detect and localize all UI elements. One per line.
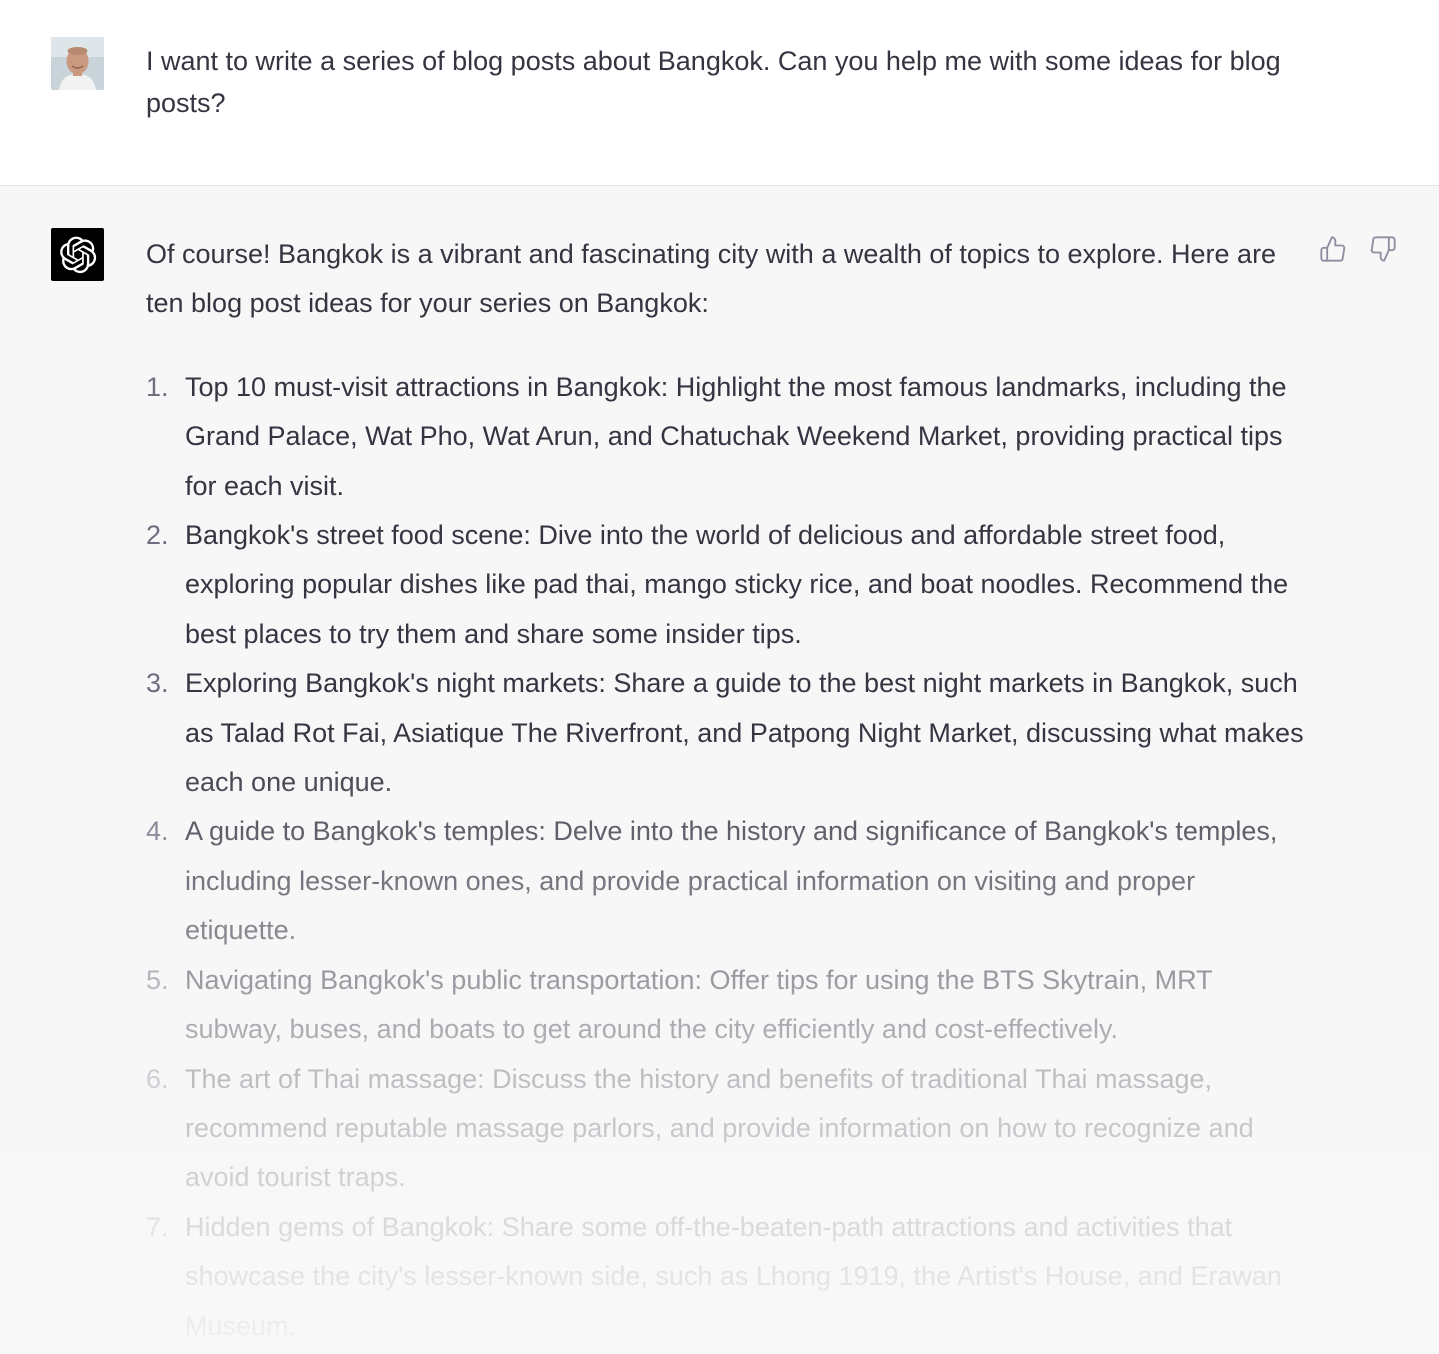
thumbs-up-icon — [1320, 236, 1346, 262]
user-avatar-image — [51, 37, 104, 90]
list-item-text: The art of Thai massage: Discuss the his… — [185, 1063, 1254, 1193]
list-item: 5. Navigating Bangkok's public transporta… — [146, 956, 1306, 1055]
list-item: 4. A guide to Bangkok's temples: Delve in… — [146, 807, 1306, 955]
assistant-message-body: Of course! Bangkok is a vibrant and fasc… — [146, 230, 1306, 1351]
list-item-number: 1. — [146, 371, 169, 402]
list-item-number: 5. — [146, 964, 169, 995]
assistant-intro-text: Of course! Bangkok is a vibrant and fasc… — [146, 239, 1277, 319]
list-item: 7. Hidden gems of Bangkok: Share some off… — [146, 1203, 1306, 1351]
thumbs-down-button[interactable] — [1368, 234, 1398, 264]
list-item-number: 6. — [146, 1063, 169, 1094]
thumbs-down-icon — [1370, 236, 1396, 262]
openai-logo-icon — [51, 228, 104, 281]
list-item-text: Bangkok's street food scene: Dive into t… — [185, 520, 1289, 649]
list-item-text: Navigating Bangkok's public transportati… — [185, 964, 1213, 1045]
list-item-number: 2. — [146, 520, 169, 551]
list-item-text: A guide to Bangkok's temples: Delve into… — [185, 816, 1278, 946]
user-message-text: I want to write a series of blog posts a… — [146, 46, 1281, 118]
assistant-message-row: Of course! Bangkok is a vibrant and fasc… — [0, 186, 1439, 1354]
list-item-number: 7. — [146, 1211, 169, 1242]
list-item-number: 4. — [146, 816, 169, 847]
list-item: 1. Top 10 must-visit attractions in Bangk… — [146, 363, 1306, 511]
list-item: 3. Exploring Bangkok's night markets: Sha… — [146, 659, 1306, 807]
list-item-text: Exploring Bangkok's night markets: Share… — [185, 668, 1304, 798]
list-item-text: Hidden gems of Bangkok: Share some off-t… — [185, 1211, 1282, 1341]
list-item: 2. Bangkok's street food scene: Dive into… — [146, 511, 1306, 659]
list-item-number: 3. — [146, 668, 169, 699]
user-message-row: I want to write a series of blog posts a… — [0, 0, 1439, 186]
list-item: 6. The art of Thai massage: Discuss the h… — [146, 1055, 1306, 1203]
list-item-text: Top 10 must-visit attractions in Bangkok… — [185, 371, 1287, 501]
user-avatar — [51, 37, 104, 90]
blog-ideas-list: 1. Top 10 must-visit attractions in Bangk… — [146, 363, 1306, 1351]
thumbs-up-button[interactable] — [1318, 234, 1348, 264]
